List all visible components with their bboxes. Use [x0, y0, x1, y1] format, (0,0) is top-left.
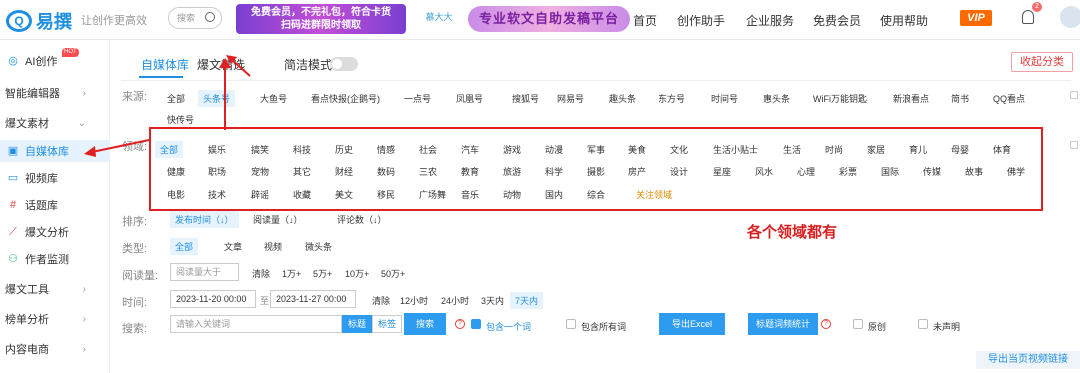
- arrow-to-sidebar: [91, 139, 150, 153]
- annotation-text: 各个领域都有: [747, 224, 838, 241]
- keyword-input[interactable]: 请输入关键词: [170, 315, 342, 333]
- export-video-links[interactable]: 导出当页视频链接: [976, 351, 1080, 369]
- type-micro[interactable]: 微头条: [305, 240, 332, 253]
- keyword-stats-button[interactable]: 标题词频统计: [748, 313, 818, 335]
- reads-label: 阅读量:: [122, 270, 159, 282]
- type-article[interactable]: 文章: [224, 240, 242, 253]
- start-date-input[interactable]: 2023-11-20 00:00: [170, 290, 256, 308]
- time-12h[interactable]: 12小时: [400, 294, 428, 307]
- time-clear[interactable]: 清除: [372, 294, 390, 307]
- export-excel-button[interactable]: 导出Excel: [659, 313, 725, 335]
- help-icon[interactable]: ?: [821, 319, 831, 329]
- original-checkbox[interactable]: [853, 319, 863, 329]
- sort-by-time[interactable]: 发布时间（↓）: [170, 211, 239, 228]
- sort-by-reads[interactable]: 阅读量（↓）: [253, 213, 303, 226]
- type-video[interactable]: 视频: [264, 240, 282, 253]
- contains-all-label: 包含所有词: [581, 322, 627, 332]
- date-separator: 至: [260, 296, 270, 306]
- time-3d[interactable]: 3天内: [481, 294, 504, 307]
- search-mode-tag[interactable]: 标签: [372, 315, 402, 333]
- contains-one-label: 包含一个词: [486, 322, 532, 332]
- sort-by-comments[interactable]: 评论数（↓）: [337, 213, 387, 226]
- time-label: 时间:: [122, 297, 148, 309]
- search-mode-title[interactable]: 标题: [342, 315, 372, 333]
- undeclared-label: 未声明: [933, 322, 961, 332]
- search-button[interactable]: 搜索: [404, 313, 446, 335]
- annotation-arrows: [84, 55, 251, 157]
- arrow-to-tab: [231, 59, 251, 77]
- contains-one-checkbox[interactable]: [471, 319, 481, 329]
- time-24h[interactable]: 24小时: [441, 294, 469, 307]
- arrow-head-icon: [84, 146, 96, 157]
- sort-label: 排序:: [122, 216, 148, 228]
- help-icon[interactable]: ?: [455, 319, 465, 329]
- contains-all-checkbox[interactable]: [566, 319, 576, 329]
- reads-10k[interactable]: 1万+: [282, 267, 301, 280]
- search-label: 搜索:: [122, 323, 148, 335]
- type-all[interactable]: 全部: [170, 238, 199, 255]
- reads-50k[interactable]: 5万+: [313, 267, 332, 280]
- original-label: 原创: [868, 322, 887, 332]
- reads-clear[interactable]: 清除: [252, 267, 270, 280]
- reads-min-input[interactable]: 阅读量大于: [170, 263, 239, 281]
- type-label: 类型:: [122, 243, 148, 255]
- undeclared-checkbox[interactable]: [918, 319, 928, 329]
- reads-100k[interactable]: 10万+: [345, 267, 369, 280]
- time-7d[interactable]: 7天内: [510, 292, 544, 309]
- end-date-input[interactable]: 2023-11-27 00:00: [270, 290, 356, 308]
- reads-500k[interactable]: 50万+: [381, 267, 405, 280]
